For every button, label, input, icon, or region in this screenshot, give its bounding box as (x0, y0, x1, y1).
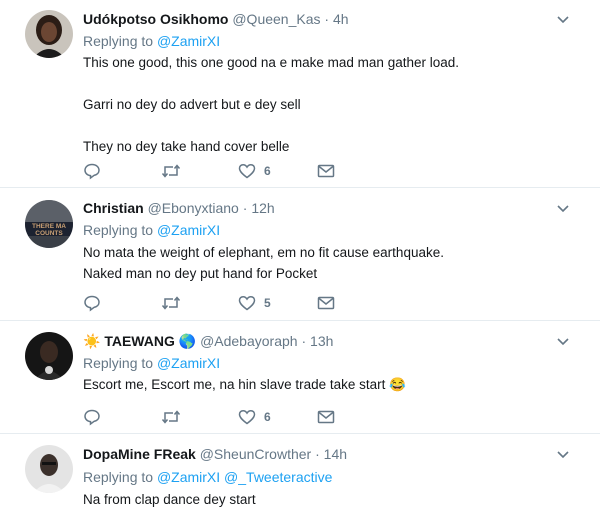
tweet-2[interactable]: THERE MA COUNTS Christian @Ebonyxtiano ·… (0, 188, 600, 321)
tweet-header: Christian @Ebonyxtiano · 12h (83, 199, 275, 217)
direct-message-button[interactable] (317, 293, 335, 313)
user-handle[interactable]: @Adebayoraph (200, 333, 298, 349)
direct-message-button[interactable] (317, 161, 335, 181)
retweet-icon (161, 164, 181, 178)
display-name[interactable]: Christian (83, 200, 144, 216)
tweet-1[interactable]: Udókpotso Osikhomo @Queen_Kas · 4h Reply… (0, 0, 600, 188)
like-count: 6 (264, 164, 271, 178)
replying-to: Replying to @ZamirXI (83, 221, 220, 239)
retweet-button[interactable] (161, 293, 181, 313)
replying-to: Replying to @ZamirXI (83, 354, 220, 372)
globe-icon: 🌎 (178, 333, 197, 349)
chevron-down-icon[interactable] (556, 334, 570, 348)
user-handle[interactable]: @Ebonyxtiano (148, 200, 239, 216)
separator: · (324, 11, 330, 27)
like-button[interactable]: 6 (238, 161, 271, 181)
display-name[interactable]: TAEWANG (104, 333, 175, 349)
svg-text:COUNTS: COUNTS (35, 230, 63, 237)
timestamp[interactable]: 12h (251, 200, 274, 216)
heart-icon (238, 295, 256, 311)
avatar[interactable] (25, 332, 73, 380)
reply-button[interactable] (83, 407, 101, 427)
tweet-text: No mata the weight of elephant, em no fi… (83, 242, 583, 284)
reply-icon (84, 163, 100, 180)
tweet-3[interactable]: ☀️ TAEWANG 🌎 @Adebayoraph · 13h Replying… (0, 321, 600, 434)
chevron-down-icon[interactable] (556, 12, 570, 26)
envelope-icon (317, 296, 335, 310)
tweet-text: Escort me, Escort me, na hin slave trade… (83, 374, 583, 395)
tweet-actions: 6 (83, 407, 343, 427)
like-count: 6 (264, 410, 271, 424)
mention-link[interactable]: @ZamirXI (157, 222, 220, 238)
heart-icon (238, 409, 256, 425)
direct-message-button[interactable] (317, 407, 335, 427)
retweet-icon (161, 410, 181, 424)
mention-link[interactable]: @_Tweeteractive (224, 469, 332, 485)
avatar[interactable] (25, 445, 73, 493)
tweet-line (83, 115, 583, 136)
like-count: 5 (264, 296, 271, 310)
avatar[interactable]: THERE MA COUNTS (25, 200, 73, 248)
reply-icon (84, 295, 100, 312)
tweet-line: This one good, this one good na e make m… (83, 55, 459, 70)
user-handle[interactable]: @SheunCrowther (200, 446, 312, 462)
avatar[interactable] (25, 10, 73, 58)
tweet-line: Escort me, Escort me, na hin slave trade… (83, 377, 406, 392)
mention-link[interactable]: @ZamirXI (157, 469, 220, 485)
display-name[interactable]: DopaMine FReak (83, 446, 196, 462)
like-button[interactable]: 5 (238, 293, 271, 313)
retweet-button[interactable] (161, 407, 181, 427)
tweet-line: Naked man no dey put hand for Pocket (83, 266, 318, 281)
tweet-header: ☀️ TAEWANG 🌎 @Adebayoraph · 13h (83, 332, 333, 350)
separator: · (315, 446, 320, 462)
timestamp[interactable]: 14h (324, 446, 347, 462)
mention-link[interactable]: @ZamirXI (157, 33, 220, 49)
separator: · (242, 200, 248, 216)
retweet-button[interactable] (161, 161, 181, 181)
timestamp[interactable]: 4h (333, 11, 349, 27)
tweet-line: Na from clap dance dey start (83, 492, 256, 507)
reply-button[interactable] (83, 161, 101, 181)
tweet-line: They no dey take hand cover belle (83, 139, 290, 154)
tweet-line (83, 73, 583, 94)
tweet-header: Udókpotso Osikhomo @Queen_Kas · 4h (83, 10, 349, 28)
envelope-icon (317, 410, 335, 424)
tweet-4[interactable]: DopaMine FReak @SheunCrowther · 14h Repl… (0, 434, 600, 519)
tweet-header: DopaMine FReak @SheunCrowther · 14h (83, 445, 347, 463)
envelope-icon (317, 164, 335, 178)
replying-label: Replying to (83, 222, 154, 238)
tweet-text: This one good, this one good na e make m… (83, 52, 583, 157)
mention-link[interactable]: @ZamirXI (157, 355, 220, 371)
tweet-actions: 5 (83, 293, 343, 313)
replying-to: Replying to @ZamirXI @_Tweeteractive (83, 468, 332, 486)
like-button[interactable]: 6 (238, 407, 271, 427)
reply-button[interactable] (83, 293, 101, 313)
timestamp[interactable]: 13h (310, 333, 333, 349)
chevron-down-icon[interactable] (556, 447, 570, 461)
tweet-actions: 6 (83, 161, 343, 181)
replying-label: Replying to (83, 355, 154, 371)
replying-to: Replying to @ZamirXI (83, 32, 220, 50)
retweet-icon (161, 296, 181, 310)
reply-icon (84, 409, 100, 426)
svg-text:THERE MA: THERE MA (32, 223, 66, 230)
chevron-down-icon[interactable] (556, 201, 570, 215)
tweet-line: No mata the weight of elephant, em no fi… (83, 245, 444, 260)
separator: · (301, 333, 307, 349)
sun-icon: ☀️ (83, 333, 101, 349)
tweet-line: Garri no dey do advert but e dey sell (83, 97, 301, 112)
replying-label: Replying to (83, 469, 154, 485)
tweet-text: Na from clap dance dey start (83, 489, 583, 510)
display-name[interactable]: Udókpotso Osikhomo (83, 11, 228, 27)
user-handle[interactable]: @Queen_Kas (232, 11, 320, 27)
replying-label: Replying to (83, 33, 154, 49)
heart-icon (238, 163, 256, 179)
